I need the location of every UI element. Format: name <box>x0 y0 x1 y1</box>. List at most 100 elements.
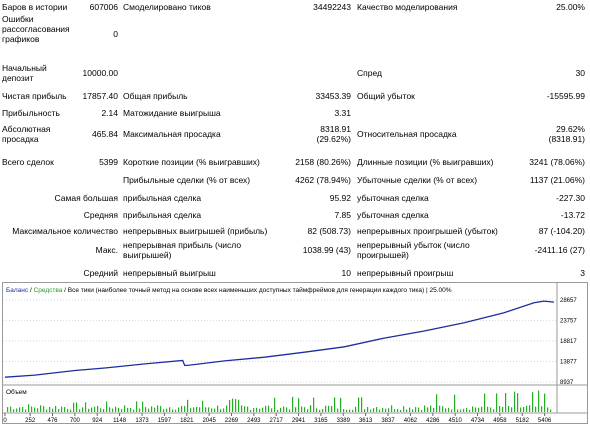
rel-drawdown-abs: (8318.91) <box>548 134 585 144</box>
volume-bar <box>22 406 24 412</box>
volume-bar <box>112 408 114 412</box>
x-tick-label: 1373 <box>135 418 149 424</box>
volume-bar <box>337 408 339 412</box>
short-positions-label: Короткие позиции (% выигравших) <box>123 157 260 167</box>
volume-bar <box>304 407 306 412</box>
volume-bar <box>331 406 333 412</box>
volume-bar <box>115 406 117 412</box>
x-tick-label: 924 <box>92 418 103 424</box>
volume-bar <box>514 391 516 412</box>
volume-bar <box>280 407 282 412</box>
volume-bar <box>226 405 228 412</box>
x-tick-label: 476 <box>48 418 59 424</box>
volume-bar <box>424 405 426 412</box>
volume-bar <box>301 406 303 412</box>
profit-factor-label: Прибыльность <box>2 108 60 118</box>
x-tick-label: 2717 <box>270 418 284 424</box>
volume-bar <box>145 407 147 412</box>
max-cons-profit-value: 1038.99 (43) <box>302 245 351 255</box>
volume-bar <box>193 407 195 412</box>
volume-bar <box>127 407 129 412</box>
volume-bar <box>157 405 159 412</box>
volume-bar <box>97 405 99 412</box>
volume-bar <box>334 397 336 412</box>
volume-bar <box>319 409 321 412</box>
avg-profit-value: 7.85 <box>334 210 351 220</box>
volume-bar <box>268 405 270 412</box>
largest-loss-value: -227.30 <box>556 193 585 203</box>
avg-cons-wins-value: 10 <box>341 268 351 278</box>
deposit-value: 10000.00 <box>82 68 118 78</box>
balance-chart-panel: Баланс / Средства / Все тики (наиболее т… <box>2 282 588 424</box>
volume-bar <box>436 394 438 412</box>
volume-bar <box>238 399 240 412</box>
deposit-label: Начальный депозит <box>2 63 47 83</box>
chart-legend: Баланс / Средства / Все тики (наиболее т… <box>6 286 452 294</box>
volume-bar <box>76 402 78 412</box>
largest-label: Самая большая <box>54 193 118 203</box>
volume-bar <box>316 408 318 412</box>
volume-bar <box>499 406 501 412</box>
loss-trades-value: 1137 (21.06%) <box>529 175 585 185</box>
volume-bar <box>523 407 525 412</box>
volume-bar <box>343 408 345 412</box>
volume-bar <box>394 409 396 412</box>
avg-cons-label: Средний <box>83 268 118 278</box>
volume-bar <box>205 407 207 412</box>
volume-bar <box>10 406 12 412</box>
quality-label: Качество моделирования <box>357 2 458 12</box>
volume-bar <box>373 408 375 412</box>
volume-bar <box>520 407 522 412</box>
volume-bar <box>151 406 153 412</box>
x-tick-label: 252 <box>25 418 36 424</box>
max-cons-profit-label: непрерывная прибыль (число выигрышей) <box>123 240 242 260</box>
volume-bar <box>223 408 225 412</box>
volume-bar <box>181 405 183 412</box>
legend-balance: Баланс <box>6 287 29 294</box>
volume-bar <box>532 392 534 412</box>
x-tick-label: 2941 <box>292 418 306 424</box>
volume-bar <box>517 393 519 412</box>
volume-bar <box>235 399 237 412</box>
volume-bar <box>85 402 87 412</box>
volume-bar <box>346 409 348 412</box>
volume-bar <box>370 409 372 412</box>
volume-bar <box>166 408 168 412</box>
volume-bar <box>187 399 189 412</box>
bars-label: Баров в истории <box>2 2 68 12</box>
volume-bar <box>391 405 393 412</box>
volume-bar <box>124 405 126 412</box>
spread-label: Спред <box>357 68 382 78</box>
volume-bar <box>88 408 90 412</box>
x-tick-label: 4734 <box>471 418 485 424</box>
x-tick-label: 3613 <box>359 418 373 424</box>
volume-bar <box>142 401 144 412</box>
max-cons-losses-label: непрерывных проигрышей (убыток) <box>357 226 498 236</box>
volume-bar <box>61 406 63 412</box>
volume-bar <box>349 409 351 412</box>
volume-bar <box>511 407 513 412</box>
max-drawdown-value: 8318.91 <box>320 124 351 134</box>
volume-bar <box>208 407 210 412</box>
volume-bar <box>289 409 291 412</box>
volume-bar <box>406 409 408 412</box>
volume-bar <box>265 405 267 412</box>
volume-bar <box>100 408 102 412</box>
gross-loss-value: -15595.99 <box>546 91 585 101</box>
volume-bar <box>136 401 138 412</box>
x-tick-label: 2269 <box>225 418 239 424</box>
volume-bar <box>538 390 540 412</box>
x-tick-label: 2045 <box>202 418 216 424</box>
volume-bar <box>454 394 456 412</box>
volume-bar <box>7 407 9 412</box>
max-cons-losses-value: 87 (-104.20) <box>538 226 585 236</box>
x-tick-label: 3837 <box>381 418 395 424</box>
gross-loss-label: Общий убыток <box>357 91 415 101</box>
abs-drawdown-value: 465.84 <box>92 129 118 139</box>
mismatch-value: 0 <box>113 29 118 39</box>
x-tick-label: 1597 <box>158 418 172 424</box>
volume-bar <box>298 398 300 412</box>
volume-bar <box>376 407 378 412</box>
volume-bar <box>529 405 531 412</box>
volume-bar <box>199 407 201 412</box>
